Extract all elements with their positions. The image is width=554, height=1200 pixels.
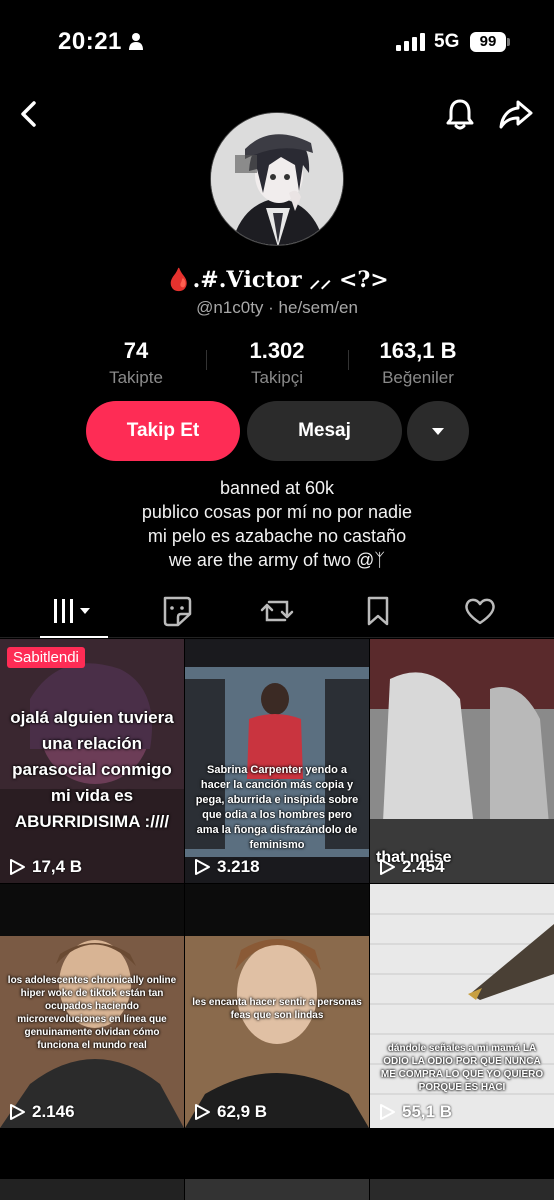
stat-value: 74 bbox=[123, 338, 149, 363]
stat-value: 163,1 B bbox=[379, 338, 457, 363]
video-caption: dándole señales a mi mamá LA ODIO LA ODI… bbox=[380, 1043, 544, 1093]
video-thumbnail[interactable]: Sabitlendi ojalá alguien tuviera una rel… bbox=[0, 639, 184, 883]
bio: banned at 60k publico cosas por mí no po… bbox=[0, 476, 554, 572]
video-thumbnail[interactable]: dándole señales a mi mamá LA ODIO LA ODI… bbox=[370, 884, 554, 1128]
video-thumbnail[interactable]: les encanta hacer sentir a personas feas… bbox=[185, 884, 369, 1128]
person-icon bbox=[129, 33, 143, 50]
avatar-illustration bbox=[211, 113, 343, 245]
bio-line: publico cosas por mí no por nadie bbox=[141, 502, 413, 522]
video-thumbnail[interactable]: that noise 2.454 bbox=[370, 639, 554, 883]
network-type: 5G bbox=[434, 31, 460, 52]
videos-grid-icon[interactable] bbox=[52, 594, 96, 628]
video-caption: los adolescentes chronically online hipe… bbox=[7, 975, 177, 1051]
signal-icon bbox=[396, 33, 425, 51]
video-thumbnail[interactable] bbox=[370, 1179, 554, 1200]
caret-down-icon bbox=[432, 428, 444, 435]
share-icon[interactable] bbox=[498, 96, 534, 132]
bio-line: mi pelo es azabache no castaño bbox=[147, 526, 407, 546]
view-count: 17,4 B bbox=[8, 857, 82, 877]
pinned-badge: Sabitlendi bbox=[7, 647, 85, 668]
play-icon bbox=[195, 859, 210, 875]
status-time: 20:21 bbox=[58, 28, 122, 55]
stat-value: 1.302 bbox=[249, 338, 305, 363]
display-name: 🩸.#.𝐕𝐢𝐜𝐭𝐨𝐫 ⸝⸝ <?> bbox=[165, 267, 389, 293]
more-options-button[interactable] bbox=[407, 401, 469, 461]
battery-cap bbox=[507, 38, 510, 46]
video-caption: Sabrina Carpenter yendo a hacer la canci… bbox=[195, 764, 359, 851]
video-thumbnail[interactable] bbox=[185, 1179, 369, 1200]
back-icon[interactable] bbox=[12, 96, 48, 132]
bell-icon[interactable] bbox=[442, 96, 478, 132]
profile-tabs bbox=[0, 586, 554, 638]
view-count-text: 55,1 B bbox=[402, 1102, 453, 1121]
video-thumbnail[interactable]: los adolescentes chronically online hipe… bbox=[0, 884, 184, 1128]
stat-following[interactable]: 74 Takipte bbox=[61, 338, 211, 388]
username: @n1c0ty · he/sem/en bbox=[196, 298, 358, 317]
active-tab-indicator bbox=[40, 636, 108, 638]
view-count-text: 2.146 bbox=[32, 1102, 75, 1121]
bio-line: banned at 60k bbox=[219, 478, 335, 498]
view-count: 2.454 bbox=[378, 857, 445, 877]
play-icon bbox=[10, 1104, 25, 1120]
repost-icon[interactable] bbox=[257, 594, 297, 628]
play-icon bbox=[195, 1104, 210, 1120]
stat-label: Takipçi bbox=[251, 368, 303, 387]
video-caption: ojalá alguien tuviera una relación paras… bbox=[10, 708, 174, 831]
heart-icon[interactable] bbox=[460, 594, 500, 628]
view-count: 55,1 B bbox=[378, 1102, 452, 1122]
video-thumbnail[interactable] bbox=[0, 1179, 184, 1200]
avatar[interactable] bbox=[210, 112, 344, 246]
view-count-text: 3.218 bbox=[217, 857, 260, 876]
view-count: 3.218 bbox=[193, 857, 260, 877]
stat-label: Takipte bbox=[109, 368, 163, 387]
message-button[interactable]: Mesaj bbox=[247, 401, 402, 461]
video-thumbnail[interactable]: Sabrina Carpenter yendo a hacer la canci… bbox=[185, 639, 369, 883]
bookmark-icon[interactable] bbox=[358, 594, 398, 628]
stat-label: Beğeniler bbox=[382, 368, 454, 387]
view-count-text: 62,9 B bbox=[217, 1102, 268, 1121]
follow-button[interactable]: Takip Et bbox=[86, 401, 240, 461]
thumbnail-image bbox=[370, 639, 554, 883]
play-icon bbox=[380, 1104, 395, 1120]
status-bar: 20:21 5G 99 bbox=[0, 0, 554, 84]
view-count: 2.146 bbox=[8, 1102, 75, 1122]
view-count-text: 2.454 bbox=[402, 857, 445, 876]
bio-line: we are the army of two @ᛉ bbox=[168, 550, 386, 570]
view-count: 62,9 B bbox=[193, 1102, 267, 1122]
stat-followers[interactable]: 1.302 Takipçi bbox=[202, 338, 352, 388]
video-caption: les encanta hacer sentir a personas feas… bbox=[192, 997, 362, 1021]
play-icon bbox=[380, 859, 395, 875]
sticker-icon[interactable] bbox=[157, 594, 197, 628]
battery-icon: 99 bbox=[470, 32, 506, 52]
view-count-text: 17,4 B bbox=[32, 857, 83, 876]
stat-likes[interactable]: 163,1 B Beğeniler bbox=[343, 338, 493, 388]
play-icon bbox=[10, 859, 25, 875]
